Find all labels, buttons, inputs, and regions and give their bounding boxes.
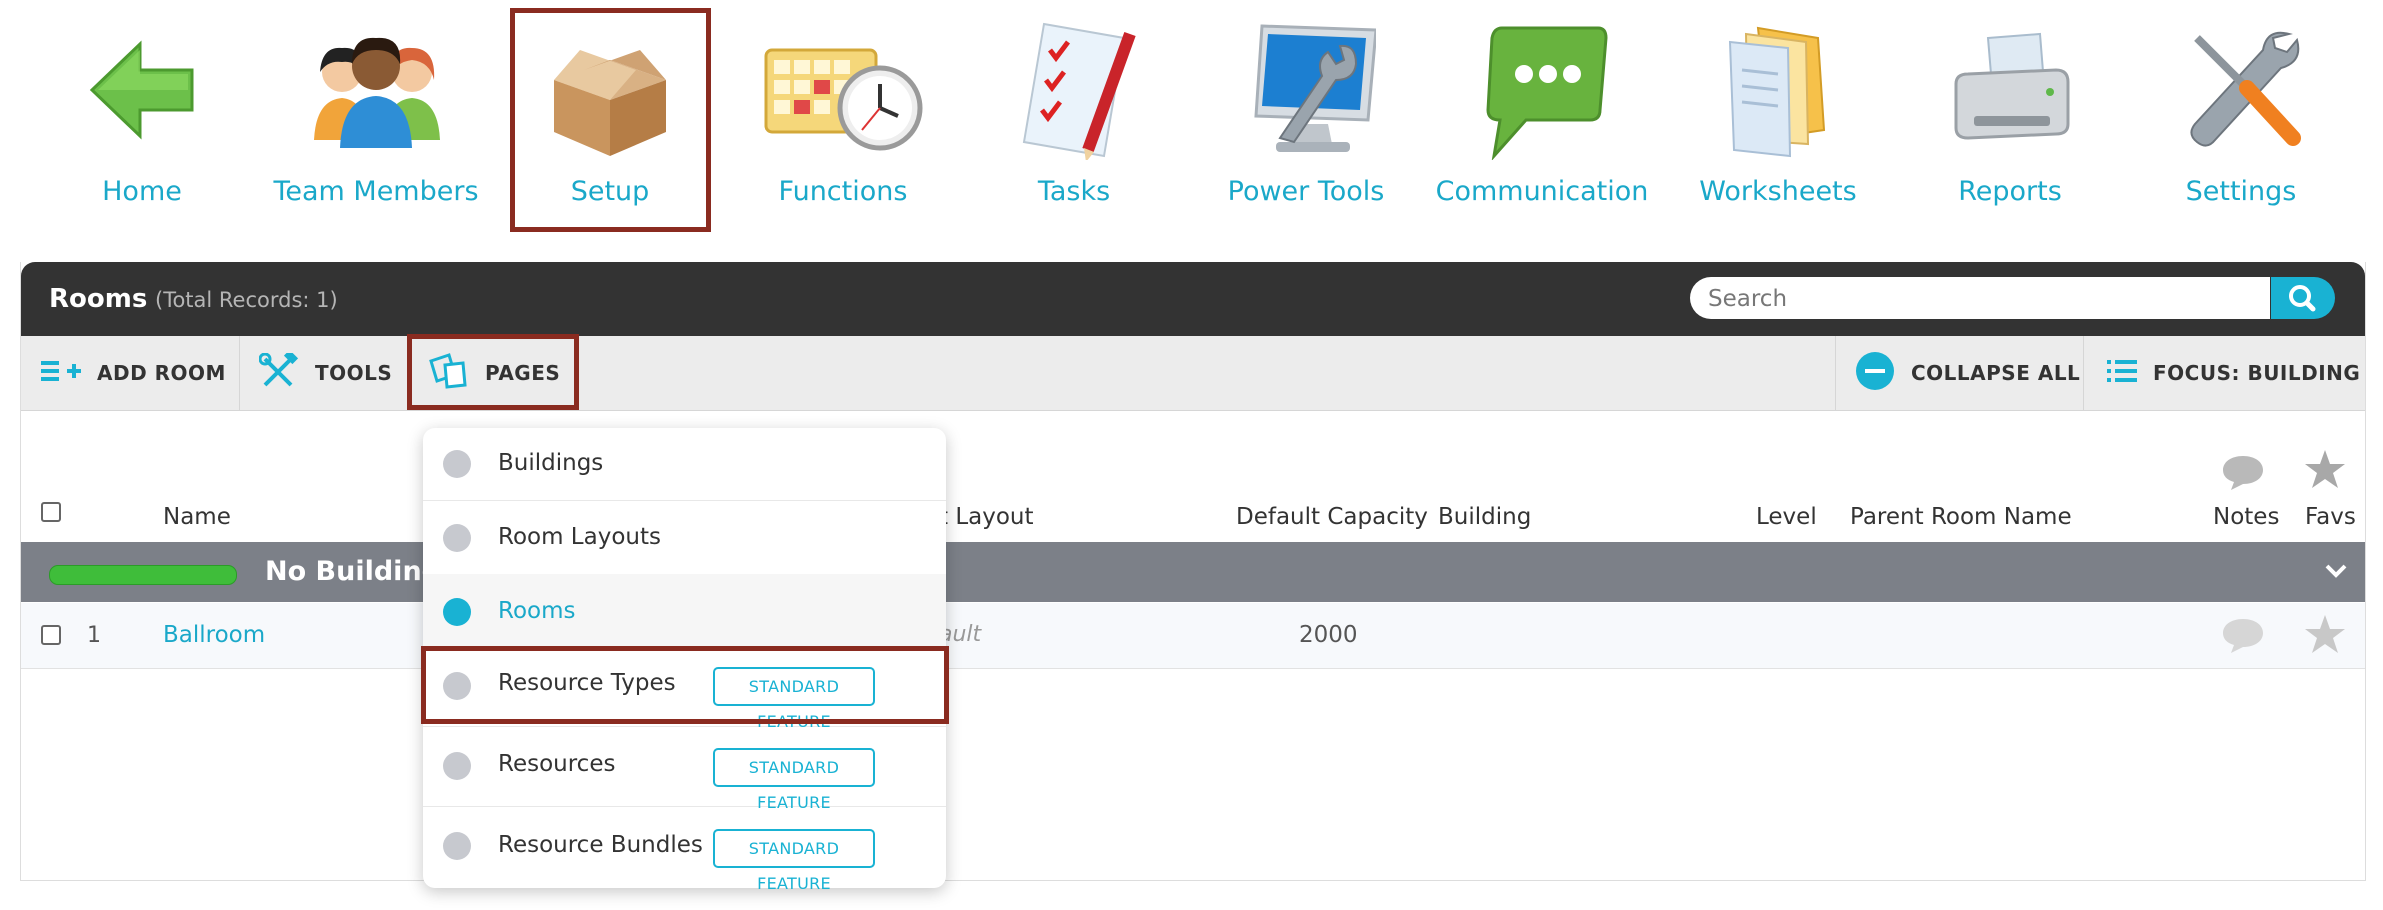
nav-reports[interactable]: Reports bbox=[1910, 0, 2110, 240]
standard-feature-badge: STANDARD FEATURE bbox=[713, 748, 875, 812]
nav-power-tools-label: Power Tools bbox=[1227, 176, 1385, 207]
group-progress-bar bbox=[49, 565, 237, 585]
nav-tasks-label: Tasks bbox=[1037, 176, 1111, 207]
box-icon bbox=[540, 20, 680, 160]
menu-item-label: Buildings bbox=[498, 450, 604, 476]
hammer-wrench-icon bbox=[258, 349, 299, 394]
row-index: 1 bbox=[87, 623, 101, 648]
search-button[interactable] bbox=[2271, 277, 2335, 319]
toolbar-divider bbox=[1835, 336, 1836, 410]
tools-button[interactable]: TOOLS bbox=[258, 336, 393, 410]
favorite-star-icon[interactable] bbox=[2303, 613, 2347, 661]
nav-communication[interactable]: Communication bbox=[1436, 0, 1648, 240]
room-name-link[interactable]: Ballroom bbox=[163, 622, 265, 648]
group-row-no-building[interactable]: No Building A bbox=[21, 542, 2365, 602]
collapse-all-button[interactable]: COLLAPSE ALL bbox=[1855, 336, 2080, 410]
nav-communication-label: Communication bbox=[1435, 176, 1649, 207]
menu-item-resource-bundles[interactable]: Resource Bundles STANDARD FEATURE bbox=[423, 806, 946, 893]
column-name[interactable]: Name bbox=[163, 504, 231, 530]
menu-item-rooms[interactable]: Rooms bbox=[423, 574, 946, 649]
nav-settings[interactable]: Settings bbox=[2141, 0, 2341, 240]
nav-functions[interactable]: Functions bbox=[743, 0, 943, 240]
select-all-checkbox[interactable] bbox=[41, 502, 61, 522]
table-row[interactable]: 1 Ballroom ault 2000 bbox=[21, 603, 2365, 669]
panel-header: Rooms (Total Records: 1) bbox=[21, 262, 2365, 336]
printer-icon bbox=[1940, 20, 2080, 160]
column-layout[interactable]: t Layout bbox=[939, 504, 1034, 530]
nav-functions-label: Functions bbox=[778, 176, 908, 207]
nav-settings-label: Settings bbox=[2185, 176, 2297, 207]
nav-team-members-label: Team Members bbox=[273, 176, 479, 207]
tools-icon bbox=[2171, 20, 2311, 160]
room-capacity-value: 2000 bbox=[1299, 622, 1358, 648]
radio-icon bbox=[443, 832, 471, 860]
search-icon bbox=[2289, 285, 2316, 312]
pages-dropdown-menu: Buildings Room Layouts Rooms Resource Ty… bbox=[421, 428, 949, 893]
menu-item-label: Resource Bundles bbox=[498, 832, 703, 858]
column-level[interactable]: Level bbox=[1756, 504, 1817, 530]
record-count: (Total Records: 1) bbox=[155, 288, 338, 312]
toolbar-divider bbox=[239, 336, 240, 410]
nav-tasks[interactable]: Tasks bbox=[974, 0, 1174, 240]
notes-header-icon bbox=[2221, 452, 2265, 496]
menu-item-label: Rooms bbox=[498, 598, 576, 624]
menu-item-room-layouts[interactable]: Room Layouts bbox=[423, 500, 946, 575]
search-input[interactable] bbox=[1690, 277, 2250, 321]
column-default-capacity[interactable]: Default Capacity bbox=[1236, 504, 1428, 530]
list-icon bbox=[2107, 358, 2137, 389]
focus-building-label: FOCUS: BUILDING bbox=[2153, 361, 2361, 385]
nav-setup-label: Setup bbox=[570, 176, 650, 207]
nav-setup[interactable]: Setup bbox=[510, 8, 711, 232]
resource-types-highlight-box bbox=[421, 646, 949, 724]
nav-worksheets[interactable]: Worksheets bbox=[1678, 0, 1878, 240]
nav-reports-label: Reports bbox=[1958, 176, 2062, 207]
nav-power-tools[interactable]: Power Tools bbox=[1206, 0, 1406, 240]
add-room-label: ADD ROOM bbox=[97, 361, 226, 385]
collapse-all-label: COLLAPSE ALL bbox=[1911, 361, 2081, 385]
column-building[interactable]: Building bbox=[1438, 504, 1531, 530]
toolbar: ADD ROOM TOOLS PAGES COLLAPSE ALL FOCUS:… bbox=[21, 334, 2365, 411]
focus-building-button[interactable]: FOCUS: BUILDING bbox=[2107, 336, 2360, 410]
menu-item-resources[interactable]: Resources STANDARD FEATURE bbox=[423, 726, 946, 812]
monitor-wrench-icon bbox=[1236, 20, 1378, 160]
pages-highlight-box bbox=[407, 334, 579, 410]
nav-home[interactable]: Home bbox=[42, 0, 242, 240]
home-arrow-icon bbox=[72, 20, 212, 160]
add-list-icon bbox=[41, 356, 81, 391]
nav-team-members[interactable]: Team Members bbox=[273, 0, 479, 240]
column-notes[interactable]: Notes bbox=[2213, 504, 2279, 530]
row-checkbox[interactable] bbox=[41, 625, 61, 645]
main-navigation: Home Team Members Setup Functions Tasks … bbox=[0, 0, 2383, 240]
tools-label: TOOLS bbox=[315, 361, 393, 385]
menu-item-buildings[interactable]: Buildings bbox=[423, 428, 946, 501]
nav-worksheets-label: Worksheets bbox=[1699, 176, 1857, 207]
radio-icon bbox=[443, 524, 471, 552]
menu-item-label: Resources bbox=[498, 751, 616, 777]
checklist-icon bbox=[1004, 20, 1144, 162]
nav-home-label: Home bbox=[102, 176, 182, 207]
rooms-panel: Rooms (Total Records: 1) ADD ROOM bbox=[20, 262, 2366, 881]
chevron-down-icon[interactable] bbox=[2321, 558, 2351, 586]
notes-icon[interactable] bbox=[2221, 615, 2265, 659]
column-parent-room-name[interactable]: Parent Room Name bbox=[1850, 504, 2072, 530]
chat-bubble-icon bbox=[1472, 20, 1612, 161]
radio-icon bbox=[443, 752, 471, 780]
toolbar-divider bbox=[2083, 336, 2084, 410]
radio-icon bbox=[443, 450, 471, 478]
column-favs[interactable]: Favs bbox=[2305, 504, 2356, 530]
radio-selected-icon bbox=[443, 598, 471, 626]
documents-icon bbox=[1708, 20, 1848, 160]
add-room-button[interactable]: ADD ROOM bbox=[41, 336, 226, 410]
menu-item-label: Room Layouts bbox=[498, 524, 661, 550]
collapse-minus-icon bbox=[1855, 351, 1895, 396]
team-members-icon bbox=[306, 20, 446, 160]
search-box bbox=[1690, 277, 2270, 321]
calendar-clock-icon bbox=[758, 20, 928, 160]
panel-title: Rooms bbox=[49, 284, 148, 314]
favs-header-star-icon bbox=[2303, 448, 2347, 496]
standard-feature-badge: STANDARD FEATURE bbox=[713, 829, 875, 893]
